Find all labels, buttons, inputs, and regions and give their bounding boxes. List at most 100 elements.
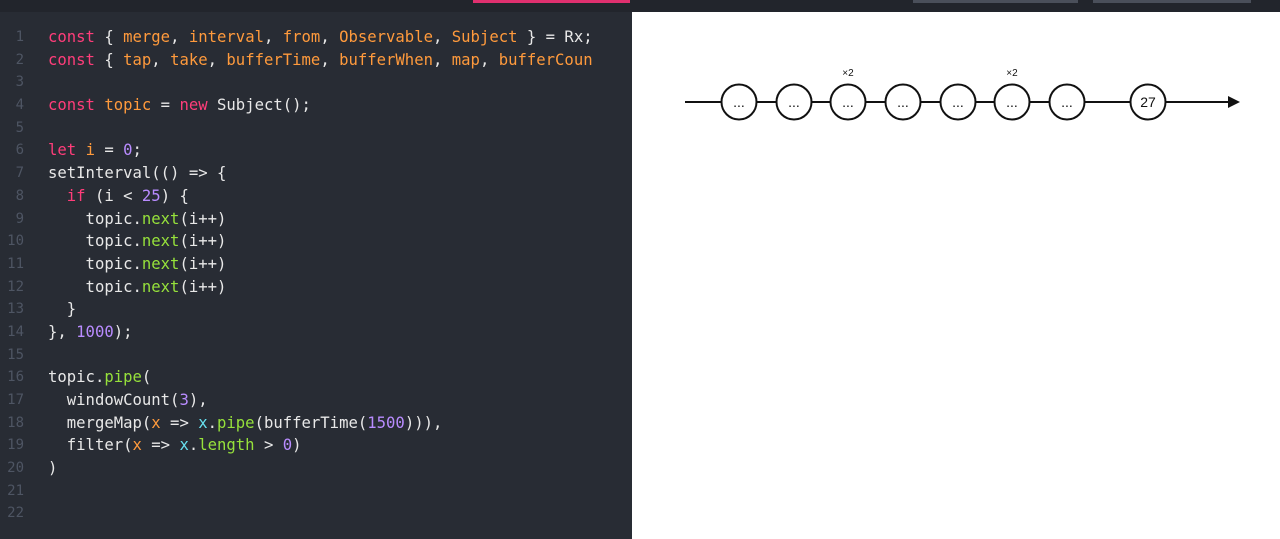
code-token: = xyxy=(151,96,180,115)
marble[interactable]: 27 xyxy=(1129,83,1167,121)
code-token: > xyxy=(254,436,283,455)
toolbar-button[interactable] xyxy=(913,0,1078,3)
code-text[interactable]: topic.pipe( xyxy=(48,366,151,389)
code-token: 25 xyxy=(141,186,161,205)
line-number: 18 xyxy=(7,414,24,431)
code-editor[interactable]: 1 const { merge, interval, from, Observab… xyxy=(0,12,632,539)
code-line[interactable]: 3 xyxy=(0,71,632,94)
code-text[interactable]: } xyxy=(48,298,76,321)
line-number: 11 xyxy=(7,255,24,272)
code-area[interactable]: 1 const { merge, interval, from, Observab… xyxy=(0,26,632,525)
code-line[interactable]: 16 topic.pipe( xyxy=(0,366,632,389)
code-line[interactable]: 13 } xyxy=(0,298,632,321)
code-text[interactable]: }, 1000); xyxy=(48,321,133,344)
line-number: 6 xyxy=(15,142,24,159)
code-token: ))), xyxy=(404,413,443,432)
code-text[interactable]: ) xyxy=(48,457,57,480)
marble-value: ... xyxy=(897,94,909,110)
code-line[interactable]: 18 mergeMap(x => x.pipe(bufferTime(1500)… xyxy=(0,412,632,435)
line-number: 1 xyxy=(15,29,24,45)
code-text[interactable]: filter(x => x.length > 0) xyxy=(48,434,302,457)
code-text[interactable]: const { tap, take, bufferTime, bufferWhe… xyxy=(48,49,593,72)
marble-value: ... xyxy=(1061,94,1073,110)
code-line[interactable]: 14}, 1000); xyxy=(0,321,632,344)
timeline-arrowhead xyxy=(1228,96,1240,108)
code-token: Subject xyxy=(451,28,518,46)
code-text[interactable]: topic.next(i++) xyxy=(48,208,227,231)
code-text[interactable]: const { merge, interval, from, Observabl… xyxy=(48,26,593,49)
code-text[interactable]: const topic = new Subject(); xyxy=(48,94,311,117)
code-text[interactable]: let i = 0; xyxy=(48,139,142,162)
code-text[interactable]: windowCount(3), xyxy=(48,389,208,412)
code-text[interactable]: topic.next(i++) xyxy=(48,253,227,276)
code-line[interactable]: 11 topic.next(i++) xyxy=(0,253,632,276)
active-tab-indicator[interactable] xyxy=(473,0,630,3)
code-token: filter( xyxy=(48,436,133,455)
code-token: take xyxy=(170,50,208,69)
code-token: const xyxy=(48,28,95,46)
line-number: 4 xyxy=(15,97,24,114)
marble[interactable]: ... xyxy=(775,83,813,121)
code-text[interactable]: if (i < 25) { xyxy=(48,185,189,208)
code-line[interactable]: 1 const { merge, interval, from, Observab… xyxy=(0,26,632,49)
code-text[interactable]: setInterval(() => { xyxy=(48,162,226,185)
marble[interactable]: ... xyxy=(720,83,758,121)
code-token: ) xyxy=(292,436,302,455)
code-line[interactable]: 15 xyxy=(0,344,632,367)
code-line[interactable]: 10 topic.next(i++) xyxy=(0,230,632,253)
code-token: topic. xyxy=(48,277,142,296)
code-token: bufferCoun xyxy=(498,50,593,69)
marble[interactable]: ... ×2 xyxy=(993,68,1031,121)
code-token: next xyxy=(141,232,180,251)
line-number: 5 xyxy=(15,119,24,136)
code-line[interactable]: 6 let i = 0; xyxy=(0,139,632,162)
line-number: 16 xyxy=(7,369,24,386)
code-token: ) xyxy=(48,459,58,478)
code-token: tap xyxy=(123,50,152,69)
line-number: 21 xyxy=(7,482,24,499)
code-token: x xyxy=(151,413,161,432)
code-line[interactable]: 17 windowCount(3), xyxy=(0,389,632,412)
code-line[interactable]: 19 filter(x => x.length > 0) xyxy=(0,434,632,457)
marble[interactable]: ... xyxy=(1048,83,1086,121)
code-line[interactable]: 5 xyxy=(0,117,632,140)
code-token: topic. xyxy=(48,209,142,228)
code-token: 0 xyxy=(282,436,293,455)
marble[interactable]: ... xyxy=(884,83,922,121)
code-token: , xyxy=(479,50,499,69)
code-token: => xyxy=(160,413,199,432)
line-number: 15 xyxy=(7,346,24,363)
code-line[interactable]: 12 topic.next(i++) xyxy=(0,276,632,299)
code-line[interactable]: 2 const { tap, take, bufferTime, bufferWh… xyxy=(0,49,632,72)
line-number: 19 xyxy=(7,437,24,454)
code-line[interactable]: 4 const topic = new Subject(); xyxy=(0,94,632,117)
code-token: (i++) xyxy=(179,232,227,251)
code-token: topic. xyxy=(48,368,105,387)
code-line[interactable]: 8 if (i < 25) { xyxy=(0,185,632,208)
code-text[interactable]: topic.next(i++) xyxy=(48,230,227,253)
code-line[interactable]: 9 topic.next(i++) xyxy=(0,208,632,231)
code-token: bufferWhen xyxy=(339,50,433,69)
code-text[interactable]: mergeMap(x => x.pipe(bufferTime(1500))), xyxy=(48,412,443,435)
top-toolbar xyxy=(0,0,1280,12)
code-token: , xyxy=(432,50,452,69)
toolbar-button[interactable] xyxy=(1093,0,1251,3)
code-line[interactable]: 20) xyxy=(0,457,632,480)
line-number: 3 xyxy=(15,74,24,91)
marble[interactable]: ... xyxy=(939,83,977,121)
code-token: . xyxy=(207,413,218,432)
code-line[interactable]: 21 xyxy=(0,480,632,503)
marble[interactable]: ... ×2 xyxy=(829,68,867,121)
line-number: 20 xyxy=(7,460,24,477)
code-token: bufferTime xyxy=(226,50,321,69)
code-token: (bufferTime( xyxy=(254,413,368,432)
code-token: 3 xyxy=(179,391,189,409)
line-number: 8 xyxy=(15,187,24,204)
code-line[interactable]: 7 setInterval(() => { xyxy=(0,162,632,185)
code-text[interactable]: topic.next(i++) xyxy=(48,276,227,299)
code-line[interactable]: 22 xyxy=(0,502,632,525)
code-token: , xyxy=(151,50,171,69)
code-token: next xyxy=(141,209,180,228)
code-token: 0 xyxy=(123,141,133,160)
line-number: 12 xyxy=(7,278,24,295)
